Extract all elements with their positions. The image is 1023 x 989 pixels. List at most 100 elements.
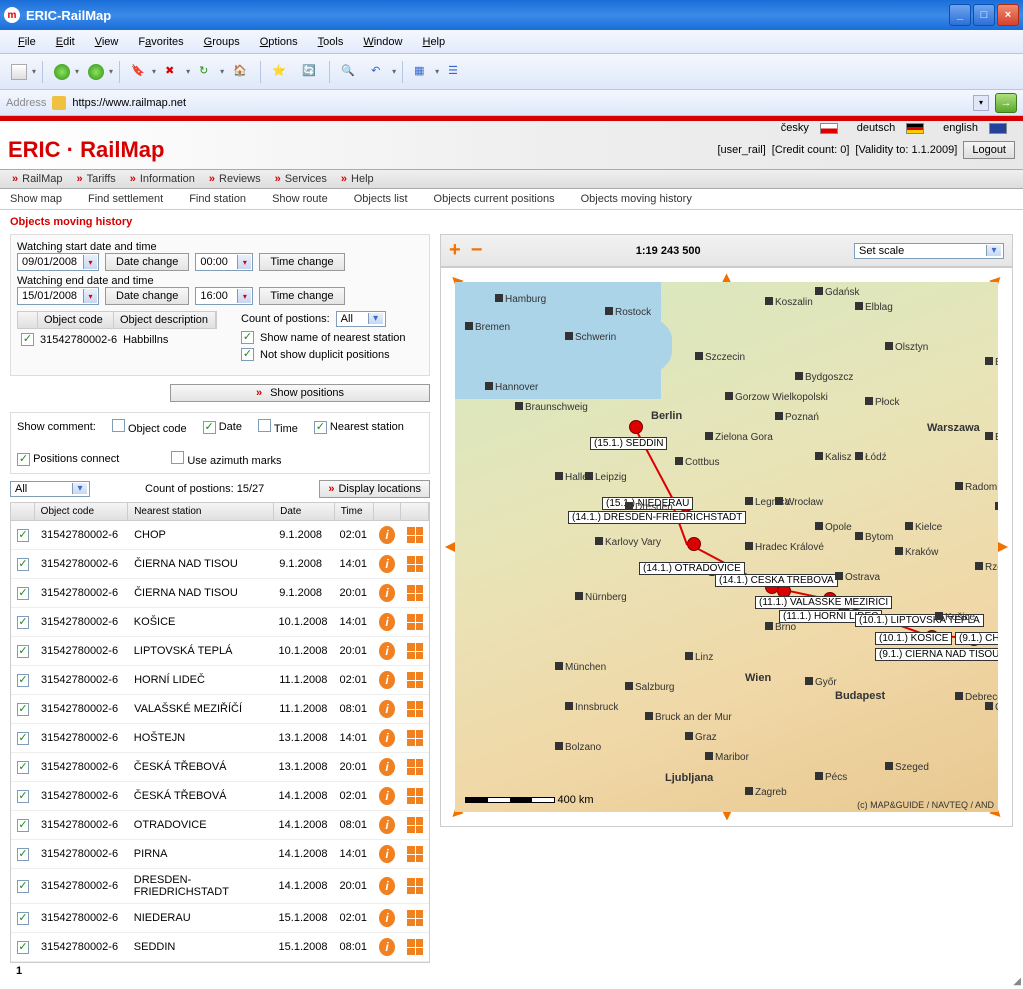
chevron-down-icon[interactable]: ▾ — [83, 289, 97, 303]
table-row[interactable]: 31542780002-6ČIERNA NAD TISOU9.1.200820:… — [11, 579, 429, 608]
col-nearest-station[interactable]: Nearest station — [128, 503, 274, 520]
subtab-find-station[interactable]: Find station — [189, 193, 246, 205]
table-row[interactable]: 31542780002-6ČIERNA NAD TISOU9.1.200814:… — [11, 550, 429, 579]
locate-icon[interactable] — [407, 527, 423, 543]
forward-button[interactable] — [83, 59, 109, 85]
col-date[interactable]: Date — [274, 503, 335, 520]
end-date-input[interactable] — [19, 289, 83, 303]
subtab-show-route[interactable]: Show route — [272, 193, 328, 205]
object-checkbox[interactable] — [21, 333, 34, 346]
table-row[interactable]: 31542780002-6DRESDEN-FRIEDRICHSTADT14.1.… — [11, 869, 429, 904]
info-icon[interactable]: i — [379, 816, 395, 834]
info-icon[interactable]: i — [379, 613, 395, 631]
no-duplicit-checkbox[interactable] — [241, 348, 254, 361]
info-icon[interactable]: i — [379, 909, 395, 927]
table-row[interactable]: 31542780002-6LIPTOVSKÁ TEPLÁ10.1.200820:… — [11, 637, 429, 666]
info-icon[interactable]: i — [379, 845, 395, 863]
filter-select[interactable]: All — [10, 481, 90, 497]
row-checkbox[interactable] — [17, 703, 29, 716]
tab-reviews[interactable]: »Reviews — [203, 173, 267, 185]
opt-positions-connect-checkbox[interactable] — [17, 453, 30, 466]
info-icon[interactable]: i — [379, 526, 395, 544]
count-positions-select[interactable]: All — [336, 311, 386, 327]
list-button[interactable]: ☰ — [443, 59, 469, 85]
row-checkbox[interactable] — [17, 674, 29, 687]
end-time-change-button[interactable]: Time change — [259, 287, 344, 305]
page-number[interactable]: 1 — [10, 963, 430, 979]
row-checkbox[interactable] — [17, 912, 29, 925]
opt-time-checkbox[interactable] — [258, 419, 271, 432]
table-row[interactable]: 31542780002-6SEDDIN15.1.200808:01i — [11, 933, 429, 962]
info-icon[interactable]: i — [379, 877, 395, 895]
locate-icon[interactable] — [407, 910, 423, 926]
locate-icon[interactable] — [407, 701, 423, 717]
row-checkbox[interactable] — [17, 790, 29, 803]
menu-favorites[interactable]: Favorites — [130, 34, 191, 50]
opt-azimuth-checkbox[interactable] — [171, 451, 184, 464]
table-row[interactable]: 31542780002-6VALAŠSKÉ MEZIŘÍČÍ11.1.20080… — [11, 695, 429, 724]
zoom-out-button[interactable]: − — [471, 239, 483, 262]
display-locations-button[interactable]: »Display locations — [319, 480, 430, 498]
locate-icon[interactable] — [407, 585, 423, 601]
undo-button[interactable]: ↶ — [366, 59, 392, 85]
row-checkbox[interactable] — [17, 761, 29, 774]
opt-object-code-checkbox[interactable] — [112, 419, 125, 432]
chevron-down-icon[interactable]: ▾ — [83, 255, 97, 269]
col-object-code[interactable]: Object code — [35, 503, 129, 520]
table-row[interactable]: 31542780002-6ČESKÁ TŘEBOVÁ13.1.200820:01… — [11, 753, 429, 782]
map-canvas[interactable]: (15.1.) SEDDIN (15.1.) NIEDERAU (14.1.) … — [455, 282, 998, 812]
subtab-objects-moving-history[interactable]: Objects moving history — [581, 193, 692, 205]
col-time[interactable]: Time — [335, 503, 374, 520]
table-row[interactable]: 31542780002-6OTRADOVICE14.1.200808:01i — [11, 811, 429, 840]
start-date-input[interactable] — [19, 255, 83, 269]
locate-icon[interactable] — [407, 846, 423, 862]
tab-information[interactable]: »Information — [124, 173, 201, 185]
favorite-button[interactable]: 🔖 — [126, 59, 152, 85]
chevron-down-icon[interactable]: ▾ — [237, 289, 251, 303]
info-icon[interactable]: i — [379, 938, 395, 956]
locate-icon[interactable] — [407, 759, 423, 775]
menu-view[interactable]: View — [87, 34, 127, 50]
table-row[interactable]: 31542780002-6PIRNA14.1.200814:01i — [11, 840, 429, 869]
row-checkbox[interactable] — [17, 587, 29, 600]
lang-english[interactable]: english — [939, 122, 1011, 134]
lang-czech[interactable]: česky — [777, 122, 842, 134]
table-row[interactable]: 31542780002-6KOŠICE10.1.200814:01i — [11, 608, 429, 637]
close-button[interactable]: × — [997, 4, 1019, 26]
menu-groups[interactable]: Groups — [196, 34, 248, 50]
locate-icon[interactable] — [407, 788, 423, 804]
info-icon[interactable]: i — [379, 584, 395, 602]
subtab-find-settlement[interactable]: Find settlement — [88, 193, 163, 205]
logout-button[interactable]: Logout — [963, 141, 1015, 159]
row-checkbox[interactable] — [17, 558, 29, 571]
tab-tariffs[interactable]: »Tariffs — [70, 173, 121, 185]
lang-german[interactable]: deutsch — [853, 122, 929, 134]
back-button[interactable] — [49, 59, 75, 85]
info-icon[interactable]: i — [379, 758, 395, 776]
show-nearest-checkbox[interactable] — [241, 331, 254, 344]
locate-icon[interactable] — [407, 817, 423, 833]
locate-icon[interactable] — [407, 672, 423, 688]
address-url[interactable]: https://www.railmap.net — [72, 97, 967, 109]
home-button[interactable]: 🏠 — [228, 59, 254, 85]
info-icon[interactable]: i — [379, 700, 395, 718]
locate-icon[interactable] — [407, 939, 423, 955]
table-row[interactable]: 31542780002-6HOŠTEJN13.1.200814:01i — [11, 724, 429, 753]
row-checkbox[interactable] — [17, 880, 29, 893]
tab-help[interactable]: »Help — [335, 173, 380, 185]
zoom-in-button[interactable]: + — [449, 239, 461, 262]
info-icon[interactable]: i — [379, 787, 395, 805]
subtab-show-map[interactable]: Show map — [10, 193, 62, 205]
locate-icon[interactable] — [407, 643, 423, 659]
table-row[interactable]: 31542780002-6HORNÍ LIDEČ11.1.200802:01i — [11, 666, 429, 695]
tile-button[interactable]: ▦ — [409, 59, 435, 85]
locate-icon[interactable] — [407, 556, 423, 572]
row-checkbox[interactable] — [17, 645, 29, 658]
chevron-down-icon[interactable]: ▾ — [237, 255, 251, 269]
menu-options[interactable]: Options — [252, 34, 306, 50]
menu-window[interactable]: Window — [355, 34, 410, 50]
table-row[interactable]: 31542780002-6NIEDERAU15.1.200802:01i — [11, 904, 429, 933]
opt-nearest-checkbox[interactable] — [314, 421, 327, 434]
row-checkbox[interactable] — [17, 941, 29, 954]
show-positions-button[interactable]: »Show positions — [170, 384, 430, 402]
